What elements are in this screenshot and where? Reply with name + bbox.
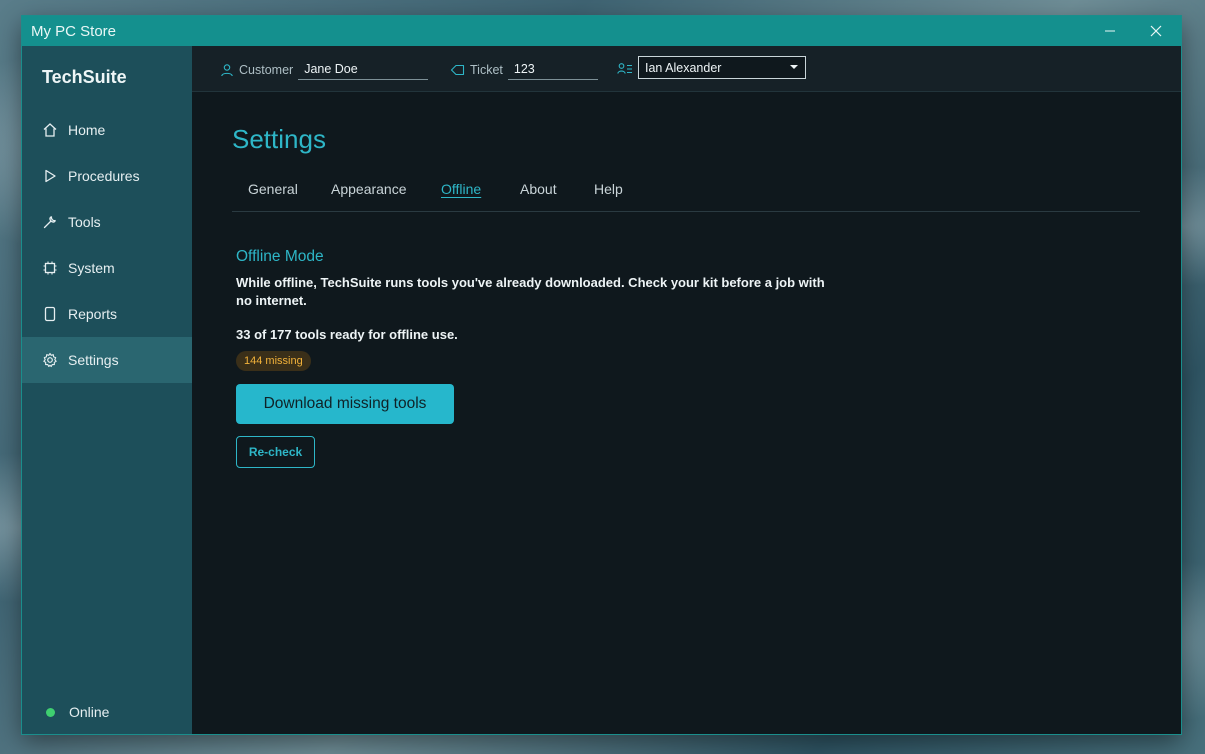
sidebar-item-label: Settings: [68, 352, 119, 368]
technician-icon: [617, 63, 632, 74]
sidebar-item-label: Reports: [68, 306, 118, 322]
chevron-down-icon: [790, 65, 798, 69]
sidebar-item-label: Procedures: [68, 168, 140, 184]
tools-ready-count: 33 of 177 tools ready for offline use.: [236, 327, 458, 342]
tab-about[interactable]: About: [520, 181, 557, 197]
sidebar-item-reports[interactable]: Reports: [22, 291, 192, 337]
gear-icon: [41, 351, 59, 369]
technician-select[interactable]: Ian Alexander: [638, 56, 806, 79]
close-icon: [1150, 25, 1162, 37]
recheck-button[interactable]: Re-check: [236, 436, 315, 468]
sidebar-item-label: System: [68, 260, 115, 276]
sidebar: TechSuite Home Procedures Tools System R…: [22, 46, 192, 734]
customer-field-group: Customer: [220, 59, 429, 80]
tab-offline[interactable]: Offline: [441, 181, 481, 197]
missing-badge: 144 missing: [236, 351, 311, 371]
settings-tabs: General Appearance Offline About Help: [232, 181, 1140, 212]
tab-general[interactable]: General: [248, 181, 298, 197]
document-icon: [41, 305, 59, 323]
home-icon: [41, 121, 59, 139]
person-icon: [221, 63, 233, 76]
tab-help[interactable]: Help: [594, 181, 623, 197]
status-dot-icon: [46, 707, 55, 717]
top-bar: Customer Ticket Ian Alexander: [192, 46, 1181, 92]
sidebar-item-label: Home: [68, 122, 106, 138]
minimize-button[interactable]: [1087, 16, 1133, 46]
page-title: Settings: [232, 124, 326, 154]
sidebar-item-label: Tools: [68, 214, 101, 230]
customer-input[interactable]: [298, 59, 429, 80]
sidebar-item-tools[interactable]: Tools: [22, 199, 192, 245]
tag-icon: [450, 64, 465, 75]
section-description: While offline, TechSuite runs tools you'…: [236, 275, 825, 308]
window-title: My PC Store: [31, 23, 117, 40]
ticket-field-group: Ticket: [450, 59, 598, 80]
sidebar-item-procedures[interactable]: Procedures: [22, 153, 192, 199]
play-icon: [41, 167, 59, 185]
title-bar: My PC Store: [22, 16, 1181, 46]
sidebar-item-home[interactable]: Home: [22, 107, 192, 153]
sidebar-item-settings[interactable]: Settings: [22, 337, 192, 383]
connection-status: Online: [46, 704, 109, 720]
status-label: Online: [69, 704, 110, 720]
close-button[interactable]: [1133, 16, 1179, 46]
ticket-input[interactable]: [507, 59, 598, 80]
sidebar-item-system[interactable]: System: [22, 245, 192, 291]
main-content: Settings General Appearance Offline Abou…: [192, 92, 1181, 734]
download-missing-tools-button[interactable]: Download missing tools: [236, 384, 454, 424]
technician-select-value: Ian Alexander: [645, 60, 722, 75]
sidebar-nav: Home Procedures Tools System Reports Set…: [22, 107, 192, 383]
wrench-icon: [41, 213, 59, 231]
section-title: Offline Mode: [236, 248, 324, 265]
minimize-icon: [1105, 30, 1115, 32]
ticket-label: Ticket: [470, 62, 503, 77]
chip-icon: [41, 259, 59, 277]
app-brand: TechSuite: [42, 67, 127, 87]
customer-label: Customer: [239, 62, 294, 77]
tab-appearance[interactable]: Appearance: [331, 181, 407, 197]
app-window: My PC Store TechSuite Home Procedures To…: [22, 16, 1181, 734]
